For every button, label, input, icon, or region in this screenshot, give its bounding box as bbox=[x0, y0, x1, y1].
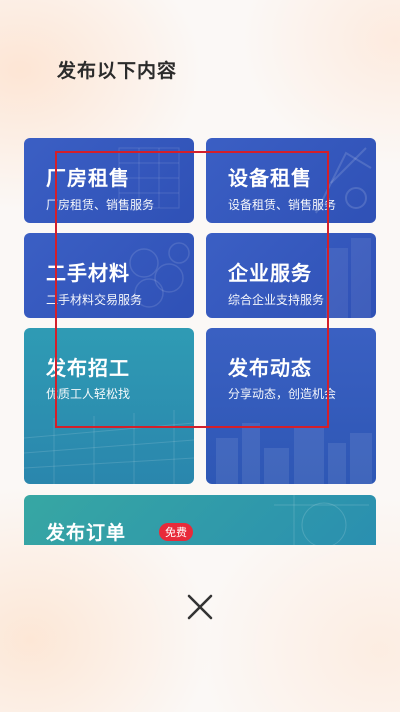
card-title: 发布订单 bbox=[46, 522, 127, 544]
card-post-order[interactable]: 发布订单 免费 bbox=[24, 495, 376, 545]
highlight-box bbox=[55, 151, 329, 428]
close-button[interactable] bbox=[184, 591, 216, 623]
close-icon bbox=[187, 594, 213, 620]
free-badge: 免费 bbox=[159, 523, 193, 541]
page-title: 发布以下内容 bbox=[57, 60, 178, 82]
